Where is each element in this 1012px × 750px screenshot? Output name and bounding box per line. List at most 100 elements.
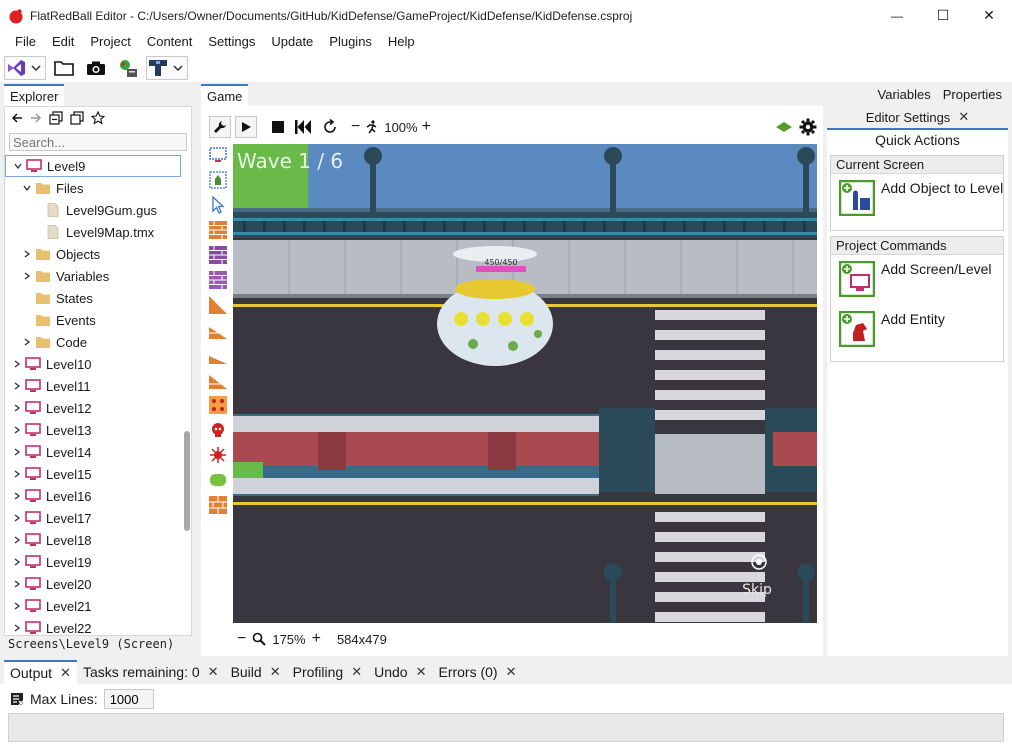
menu-content[interactable]: Content — [139, 31, 201, 53]
close-tab-icon[interactable]: ✕ — [958, 109, 969, 125]
tab-game[interactable]: Game — [201, 84, 249, 107]
zoom-out-button[interactable]: − — [237, 630, 246, 648]
brick-wall-orange-icon[interactable] — [209, 496, 227, 514]
tree-item[interactable]: Level10 — [5, 353, 181, 375]
chevron-right-icon[interactable] — [21, 248, 33, 260]
tree-item[interactable]: Objects — [5, 243, 181, 265]
favorite-button[interactable] — [90, 110, 106, 128]
menu-edit[interactable]: Edit — [44, 31, 82, 53]
tree-item[interactable]: Level15 — [5, 463, 181, 485]
screen-select-icon[interactable] — [209, 146, 227, 164]
tiled-dropdown[interactable] — [146, 55, 188, 80]
spike-icon[interactable] — [209, 446, 227, 464]
menu-settings[interactable]: Settings — [200, 31, 263, 53]
back-button[interactable] — [11, 112, 23, 127]
open-folder-button[interactable] — [50, 56, 78, 80]
add-screen-action[interactable]: Add Screen/Level — [831, 255, 1003, 305]
menu-file[interactable]: File — [7, 31, 44, 53]
tree-item[interactable]: Variables — [5, 265, 181, 287]
tab-tasks[interactable]: Tasks remaining: 0 ✕ — [77, 660, 225, 684]
tree-item[interactable]: Level9Map.tmx — [5, 221, 181, 243]
tree-item[interactable]: Level13 — [5, 419, 181, 441]
play-mode-button[interactable] — [235, 116, 257, 138]
chevron-down-icon[interactable] — [12, 160, 24, 172]
chevron-right-icon[interactable] — [11, 380, 23, 392]
close-tab-icon[interactable]: ✕ — [270, 660, 281, 684]
frb-bird-icon[interactable] — [775, 121, 793, 133]
edit-mode-button[interactable] — [209, 116, 231, 138]
tree-item[interactable]: Level16 — [5, 485, 181, 507]
menu-plugins[interactable]: Plugins — [321, 31, 380, 53]
speed-increase-button[interactable]: + — [422, 118, 431, 136]
maximize-button[interactable]: ☐ — [920, 0, 966, 31]
menu-project[interactable]: Project — [82, 31, 138, 53]
menu-update[interactable]: Update — [263, 31, 321, 53]
tab-properties[interactable]: Properties — [937, 84, 1008, 106]
tree-item[interactable]: Events — [5, 309, 181, 331]
chevron-right-icon[interactable] — [21, 336, 33, 348]
tree-item[interactable]: Level14 — [5, 441, 181, 463]
chevron-right-icon[interactable] — [11, 512, 23, 524]
ramp-small-icon[interactable] — [209, 346, 227, 364]
game-settings-button[interactable] — [797, 116, 819, 138]
add-object-action[interactable]: Add Object to Level9 — [831, 174, 1003, 224]
chevron-right-icon[interactable] — [11, 424, 23, 436]
tab-quick-actions[interactable]: Quick Actions — [827, 128, 1008, 152]
tree-item[interactable]: Level22 — [5, 617, 181, 635]
ramp-orange-icon[interactable] — [209, 321, 227, 339]
tree-item[interactable]: States — [5, 287, 181, 309]
tree-item[interactable]: Level20 — [5, 573, 181, 595]
tree-scrollbar[interactable] — [182, 155, 192, 635]
chevron-right-icon[interactable] — [11, 534, 23, 546]
chevron-right-icon[interactable] — [11, 622, 23, 634]
chevron-right-icon[interactable] — [11, 556, 23, 568]
bush-icon[interactable] — [209, 471, 227, 489]
close-tab-icon[interactable]: ✕ — [351, 660, 362, 684]
tree-item[interactable]: Level21 — [5, 595, 181, 617]
output-text-area[interactable] — [8, 713, 1004, 742]
tab-undo[interactable]: Undo ✕ — [368, 660, 432, 684]
tab-explorer[interactable]: Explorer — [4, 84, 65, 107]
stop-button[interactable] — [267, 116, 289, 138]
tree-item[interactable]: Level19 — [5, 551, 181, 573]
tree-item[interactable]: Level18 — [5, 529, 181, 551]
tab-errors[interactable]: Errors (0) ✕ — [432, 660, 522, 684]
close-tab-icon[interactable]: ✕ — [416, 660, 427, 684]
tree-item[interactable]: Level9Gum.gus — [5, 199, 181, 221]
brick-wall-purple-icon[interactable] — [209, 271, 227, 289]
plugin-button[interactable] — [114, 56, 142, 80]
speed-decrease-button[interactable]: − — [351, 118, 360, 136]
minimize-button[interactable]: — — [874, 0, 920, 31]
brick-wall-purple-icon[interactable] — [209, 246, 227, 264]
visual-studio-dropdown[interactable] — [4, 55, 46, 80]
tree-item[interactable]: Level12 — [5, 397, 181, 419]
expand-all-button[interactable] — [70, 110, 84, 128]
menu-help[interactable]: Help — [380, 31, 423, 53]
game-viewport[interactable]: 450/450 Wave 1 / 6 Skip — [233, 144, 817, 623]
chevron-down-icon[interactable] — [21, 182, 33, 194]
search-input[interactable] — [9, 133, 187, 151]
add-entity-action[interactable]: Add Entity — [831, 305, 1003, 355]
tab-build[interactable]: Build ✕ — [225, 660, 287, 684]
ramp-orange-icon[interactable] — [209, 371, 227, 389]
close-tab-icon[interactable]: ✕ — [208, 660, 219, 684]
close-tab-icon[interactable]: ✕ — [506, 660, 517, 684]
ramp-orange-icon[interactable] — [209, 296, 227, 314]
close-button[interactable]: ✕ — [966, 0, 1012, 31]
chevron-right-icon[interactable] — [11, 468, 23, 480]
forward-button[interactable] — [30, 112, 42, 127]
tree-item[interactable]: Level11 — [5, 375, 181, 397]
tree-item[interactable]: Files — [5, 177, 181, 199]
tab-profiling[interactable]: Profiling ✕ — [287, 660, 369, 684]
restart-button[interactable] — [293, 116, 315, 138]
skull-icon[interactable] — [209, 421, 227, 439]
reload-button[interactable] — [319, 116, 341, 138]
chevron-right-icon[interactable] — [11, 446, 23, 458]
entity-select-icon[interactable] — [209, 171, 227, 189]
chevron-right-icon[interactable] — [11, 578, 23, 590]
tab-variables[interactable]: Variables — [872, 84, 937, 106]
scrollbar-thumb[interactable] — [184, 431, 190, 531]
tab-editor-settings[interactable]: Editor Settings ✕ — [860, 106, 975, 128]
chevron-right-icon[interactable] — [11, 402, 23, 414]
tab-output[interactable]: Output ✕ — [4, 660, 77, 684]
